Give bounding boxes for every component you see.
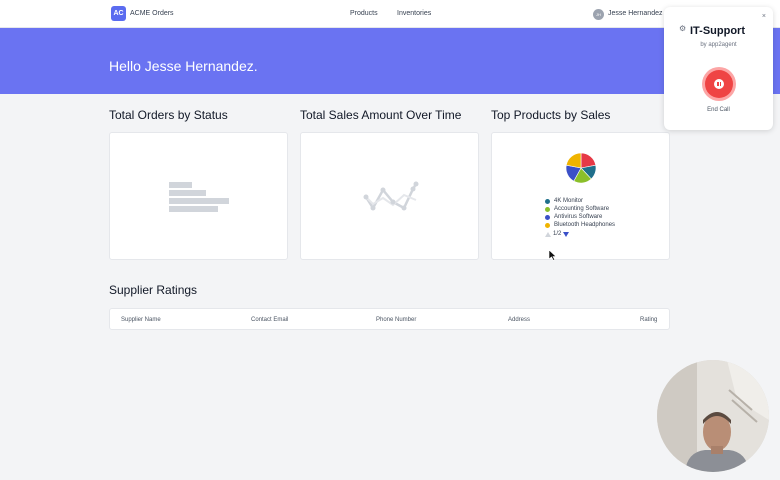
pie-chart[interactable] (492, 133, 671, 193)
column-header-contact-email[interactable]: Contact Email (251, 317, 288, 323)
pie-legend: 4K Monitor Accounting Software Antivirus… (545, 197, 625, 229)
support-subtitle: by app2agent (700, 42, 737, 48)
column-header-phone-number[interactable]: Phone Number (376, 317, 416, 323)
mouse-cursor-icon (549, 250, 557, 261)
end-call-button-inner (705, 70, 733, 98)
sales-over-time-card (300, 132, 479, 260)
legend-dot (545, 206, 550, 212)
skeleton-bar (169, 198, 229, 204)
it-support-widget: × ⚙ IT-Support by app2agent End Call (664, 7, 773, 130)
column-header-rating[interactable]: Rating (640, 317, 657, 323)
orders-by-status-title: Total Orders by Status (109, 108, 228, 122)
hero-banner: Hello Jesse Hernandez. (0, 28, 780, 94)
webcam-feed-image (657, 360, 769, 472)
legend-dot (545, 198, 550, 204)
sales-over-time-title: Total Sales Amount Over Time (300, 108, 462, 122)
top-navbar: AC ACME Orders Products Inventories JH J… (0, 0, 780, 28)
pie-slice[interactable] (565, 152, 582, 169)
supplier-ratings-table: Supplier Name Contact Email Phone Number… (109, 308, 670, 330)
nav-products[interactable]: Products (350, 10, 378, 17)
pager-next-icon[interactable] (563, 231, 570, 237)
top-products-card: 4K Monitor Accounting Software Antivirus… (491, 132, 670, 260)
legend-item[interactable]: 4K Monitor (545, 197, 625, 205)
webcam-video (657, 360, 769, 472)
gear-icon: ⚙ (679, 24, 687, 33)
top-products-title: Top Products by Sales (491, 108, 611, 122)
pager-label: 1/2 (553, 231, 562, 237)
supplier-ratings-title: Supplier Ratings (109, 283, 198, 297)
legend-item[interactable]: Antivirus Software (545, 213, 625, 221)
support-title: IT-Support (690, 25, 745, 37)
end-call-label: End Call (707, 107, 730, 113)
column-header-supplier-name[interactable]: Supplier Name (121, 317, 161, 323)
legend-dot (545, 222, 550, 228)
line-chart-placeholder-icon (363, 181, 419, 211)
orders-by-status-card (109, 132, 288, 260)
pause-icon (714, 79, 724, 89)
column-header-address[interactable]: Address (508, 317, 530, 323)
skeleton-bar (169, 190, 206, 196)
legend-item[interactable]: Accounting Software (545, 205, 625, 213)
app-logo[interactable]: AC (111, 6, 126, 21)
user-avatar[interactable]: JH (593, 9, 604, 20)
skeleton-bar (169, 206, 218, 212)
end-call-button[interactable] (702, 67, 736, 101)
skeleton-bar (169, 182, 192, 188)
legend-dot (545, 214, 550, 220)
user-menu[interactable]: Jesse Hernandez (608, 10, 662, 17)
pager-prev-icon[interactable] (545, 231, 551, 237)
legend-item[interactable]: Bluetooth Headphones (545, 221, 625, 229)
brand-name[interactable]: ACME Orders (130, 10, 174, 17)
legend-pager: 1/2 (545, 231, 570, 237)
close-icon[interactable]: × (762, 13, 766, 20)
greeting: Hello Jesse Hernandez. (109, 58, 258, 74)
nav-inventories[interactable]: Inventories (397, 10, 431, 17)
